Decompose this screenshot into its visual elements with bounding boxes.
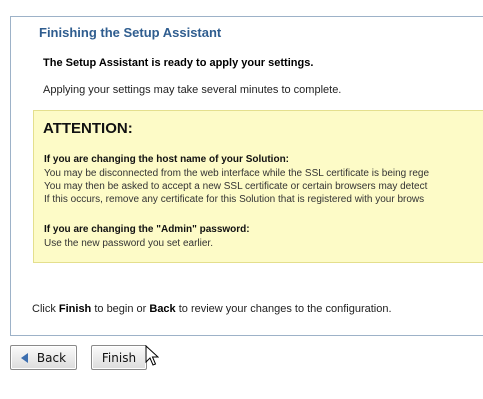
apply-message: Applying your settings may take several …: [43, 84, 342, 96]
host-name-heading: If you are changing the host name of you…: [44, 154, 290, 165]
navigation-instructions: Click Finish to begin or Back to review …: [32, 303, 392, 315]
admin-password-heading: If you are changing the "Admin" password…: [44, 224, 250, 235]
attention-title: ATTENTION:: [43, 120, 133, 137]
host-name-line-2: You may then be asked to accept a new SS…: [44, 181, 428, 192]
ready-message: The Setup Assistant is ready to apply yo…: [43, 57, 314, 69]
panel-title: Finishing the Setup Assistant: [33, 24, 228, 42]
back-button-label: Back: [36, 350, 67, 365]
host-name-line-1: You may be disconnected from the web int…: [44, 168, 430, 179]
triangle-left-icon: [20, 352, 28, 363]
instructions-finish-word: Finish: [58, 303, 92, 315]
attention-box: ATTENTION: If you are changing the host …: [33, 110, 483, 263]
instructions-suffix: to review your changes to the configurat…: [175, 303, 392, 315]
instructions-prefix: Click: [32, 303, 59, 315]
instructions-back-word: Back: [149, 303, 176, 315]
instructions-middle: to begin or: [91, 303, 150, 315]
back-button[interactable]: Back: [10, 345, 77, 370]
admin-password-line: Use the new password you set earlier.: [44, 238, 213, 249]
finish-button[interactable]: Finish: [91, 345, 147, 370]
finish-button-label: Finish: [101, 350, 137, 365]
mouse-pointer-icon: [145, 345, 159, 366]
host-name-line-3: If this occurs, remove any certificate f…: [44, 194, 425, 205]
